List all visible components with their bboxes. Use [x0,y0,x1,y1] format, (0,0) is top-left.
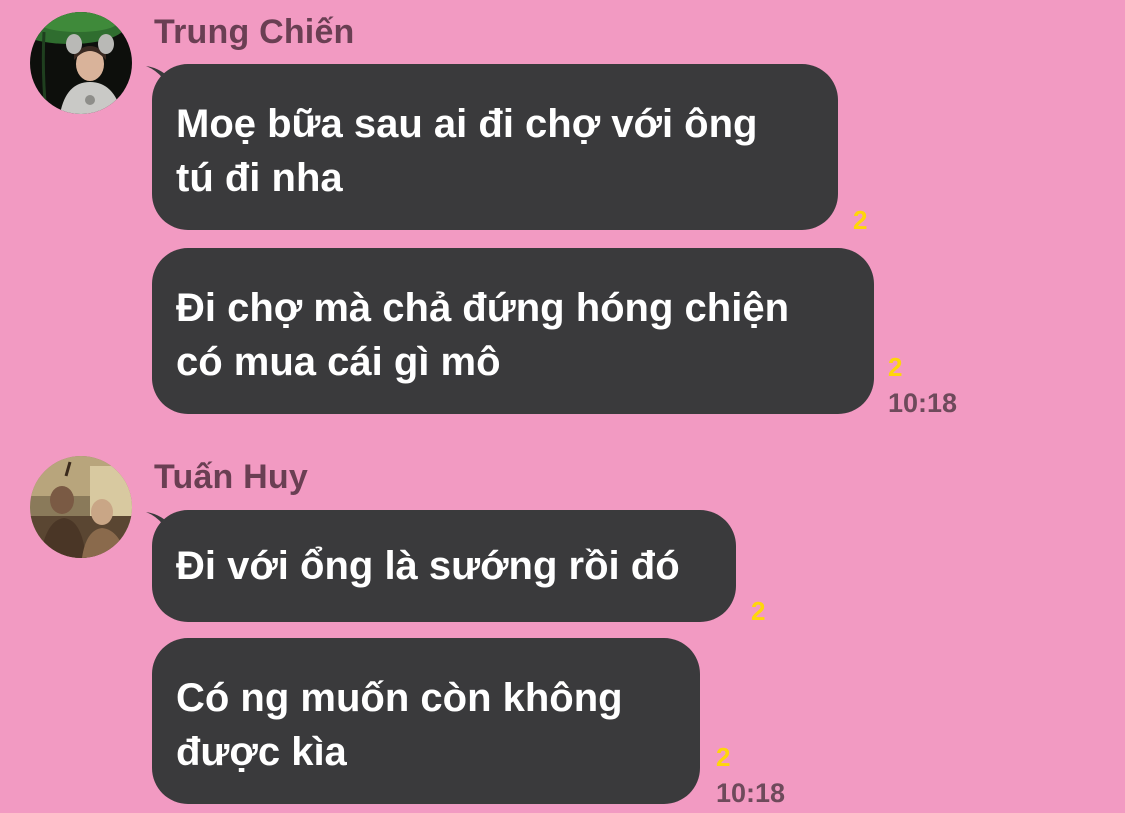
read-count: 2 [716,742,731,772]
message-bubble[interactable]: Đi với ổng là sướng rồi đó [152,510,736,622]
read-count: 2 [751,596,766,626]
timestamp: 10:18 [716,778,786,808]
sender-name: Tuấn Huy [154,458,308,496]
profile-photo-tuan-huy [30,456,132,558]
message-line: Đi với ổng là sướng rồi đó [176,544,680,588]
message-bubble[interactable]: Có ng muốn còn không được kìa [152,638,700,804]
message-line: Có ng muốn còn không [176,676,623,720]
avatar[interactable] [30,456,132,558]
message-line: được kìa [176,730,347,774]
message-group: Tuấn Huy Đi với ổng là sướng rồi đó 2 Có… [0,0,1125,813]
